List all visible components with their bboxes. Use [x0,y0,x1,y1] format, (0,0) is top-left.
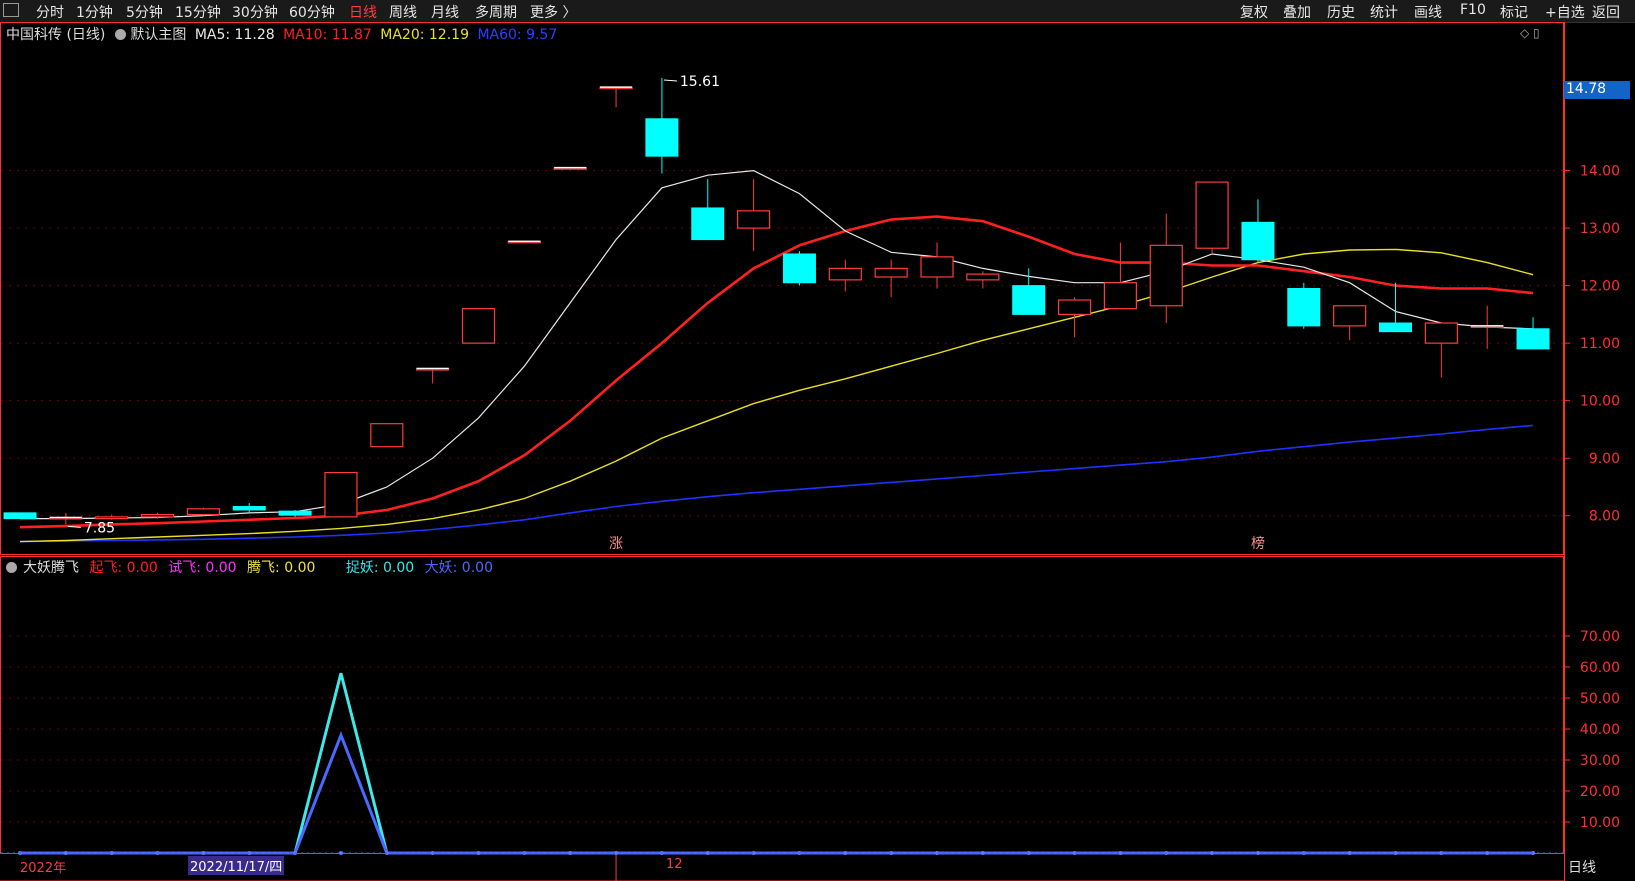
candle-body [3,512,37,520]
candle [645,77,679,174]
candle [874,259,908,298]
candle [1287,282,1321,329]
indicator-frame [0,556,1564,854]
indicator-point [843,851,848,855]
candle-body [966,273,1000,281]
candle-body [828,267,862,281]
candle-body [461,308,496,344]
candle [1149,213,1183,324]
candle-body [736,210,771,229]
candle [1470,305,1504,349]
main-y-tick-label: 12.00 [1580,279,1620,295]
event-marker: 涨 [609,536,623,552]
indicator-y-tick-label: 70.00 [1580,629,1620,645]
candle [1424,322,1458,378]
candle [736,179,771,252]
candle-body [1012,285,1046,315]
candle-body [1241,221,1275,261]
main-y-tick-label: 9.00 [1589,451,1620,467]
candle-body [370,423,404,448]
indicator-y-tick-label: 60.00 [1580,660,1620,676]
chart-canvas[interactable]: 8.00 9.00 10.00 11.00 12.00 13.00 14.00 10.00 20… [0,0,1635,881]
main-y-tick-label: 8.00 [1589,509,1620,525]
candle-body [1379,322,1412,333]
candle [553,166,587,170]
indicator-point [338,851,343,855]
indicator-y-tick-label: 30.00 [1580,753,1620,769]
date-cursor-label: 2022/11/17/四 [188,856,285,875]
main-y-tick-label: 14.00 [1580,164,1620,180]
indicator-point [980,851,985,855]
indicator-y-tick-label: 50.00 [1580,691,1620,707]
candle-body [782,253,816,284]
candle [1333,305,1367,341]
period-indicator[interactable]: 日线 [1568,857,1596,877]
price-annotation: 7.85 [84,520,115,536]
candle [1012,268,1046,315]
candle [49,512,83,525]
candle-body [186,508,220,516]
indicator-point [201,851,206,855]
date-month-label: 12 [666,857,683,872]
price-annotation: 15.61 [680,74,720,90]
candle-body [920,256,954,278]
candle-body [324,471,358,518]
candle [828,259,862,292]
candle-body [95,516,129,520]
indicator-line-1 [20,731,1534,855]
candle-body [691,207,725,241]
candle [416,367,450,384]
candle-body [1333,305,1367,327]
candle [186,507,220,516]
candle-body [278,510,312,516]
indicator-y-tick-label: 40.00 [1580,722,1620,738]
candle [1195,181,1229,254]
candle-body [1057,299,1092,315]
candle [920,242,954,289]
main-y-tick-label: 10.00 [1580,394,1620,410]
candle [782,251,816,286]
indicator-y-tick-label: 10.00 [1580,815,1620,831]
candle-body [874,267,908,278]
candle [1103,242,1138,310]
candle-body [1287,287,1321,327]
candle-body [645,118,679,157]
candle [3,512,37,520]
ma60-line [19,424,1534,543]
candle [232,503,266,513]
candle [507,240,541,244]
candle-body [1103,282,1138,310]
date-year-label: 2022年 [20,861,67,876]
ma10-line [19,215,1534,529]
indicator-point [1485,851,1490,855]
candle [1516,317,1550,350]
candle-body [1424,322,1458,344]
candle [1057,297,1092,338]
indicator-point [476,851,481,855]
indicator-line-0 [20,672,1534,855]
current-price-label: 14.78 [1564,81,1630,99]
candle-body [1516,328,1550,350]
candle [1379,282,1412,333]
ma5-line [20,169,1534,520]
candle [691,179,725,241]
annotation-pointer [663,79,677,82]
main-y-tick-label: 13.00 [1580,221,1620,237]
candle-body [140,513,175,518]
candle-body [1149,244,1183,307]
event-marker: 榜 [1251,535,1265,552]
candle [1241,199,1275,263]
main-y-tick-label: 11.00 [1580,336,1620,352]
main-chart-frame [0,22,1564,555]
candle [461,308,496,344]
candle [599,86,633,108]
indicator-y-tick-label: 20.00 [1580,784,1620,800]
candle-body [232,506,266,511]
candle [324,471,358,518]
candle-body [1195,181,1229,249]
candle [370,423,404,448]
